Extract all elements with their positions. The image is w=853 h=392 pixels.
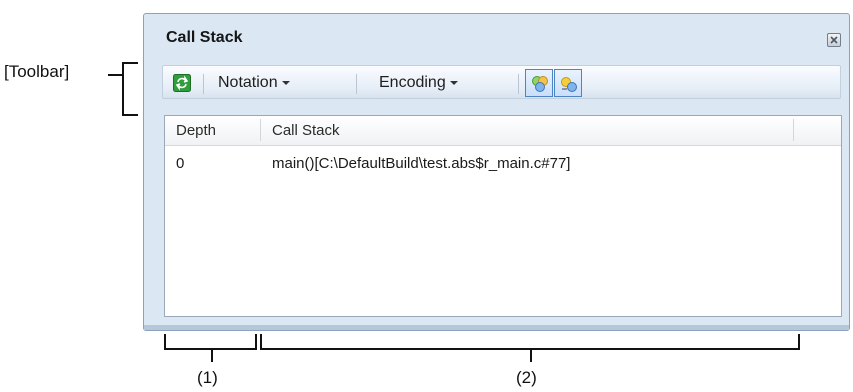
bracket-2-right bbox=[798, 334, 800, 350]
toolbar-bracket-vertical bbox=[122, 62, 124, 116]
toolbar-separator bbox=[518, 74, 519, 94]
display-local-variables-button[interactable] bbox=[554, 69, 582, 97]
jump-to-source-icon bbox=[532, 76, 548, 92]
panel-title: Call Stack bbox=[166, 29, 243, 46]
column-divider[interactable] bbox=[260, 119, 261, 141]
bracket-1-stem bbox=[211, 348, 213, 362]
column-header-call-stack[interactable]: Call Stack bbox=[272, 122, 340, 139]
row-depth-cell[interactable]: 0 bbox=[176, 155, 184, 172]
toolbar-bracket-stem bbox=[108, 74, 123, 76]
toolbar-separator bbox=[203, 74, 204, 94]
row-call-stack-cell[interactable]: main()[C:\DefaultBuild\test.abs$r_main.c… bbox=[272, 155, 570, 172]
column-divider[interactable] bbox=[793, 119, 794, 141]
toolbar-separator bbox=[356, 74, 357, 94]
label-1: (1) bbox=[197, 368, 218, 387]
toolbar-bracket-bottom bbox=[122, 114, 138, 116]
call-stack-panel-window: Call Stack Notation Encoding Depth Call … bbox=[143, 13, 850, 331]
title-bar: Call Stack bbox=[144, 14, 849, 54]
display-local-variables-icon bbox=[561, 77, 577, 92]
jump-to-source-button[interactable] bbox=[525, 69, 553, 97]
bracket-1-right bbox=[255, 334, 257, 350]
toolbar: Notation Encoding bbox=[162, 65, 841, 99]
call-stack-table: Depth Call Stack 0 main()[C:\DefaultBuil… bbox=[164, 115, 842, 317]
encoding-label: Encoding bbox=[379, 74, 446, 91]
column-header-depth[interactable]: Depth bbox=[176, 122, 216, 139]
window-bottom-edge bbox=[144, 325, 849, 330]
chevron-down-icon bbox=[449, 80, 458, 85]
encoding-dropdown[interactable]: Encoding bbox=[379, 74, 458, 92]
notation-label: Notation bbox=[218, 74, 278, 91]
bracket-2-stem bbox=[530, 348, 532, 362]
table-header: Depth Call Stack bbox=[165, 116, 841, 146]
refresh-icon[interactable] bbox=[173, 74, 191, 92]
label-2: (2) bbox=[516, 368, 537, 387]
notation-dropdown[interactable]: Notation bbox=[218, 74, 290, 92]
toolbar-annotation-label: [Toolbar] bbox=[4, 62, 70, 81]
close-icon[interactable] bbox=[827, 33, 841, 47]
toolbar-bracket-top bbox=[122, 62, 138, 64]
chevron-down-icon bbox=[281, 80, 290, 85]
